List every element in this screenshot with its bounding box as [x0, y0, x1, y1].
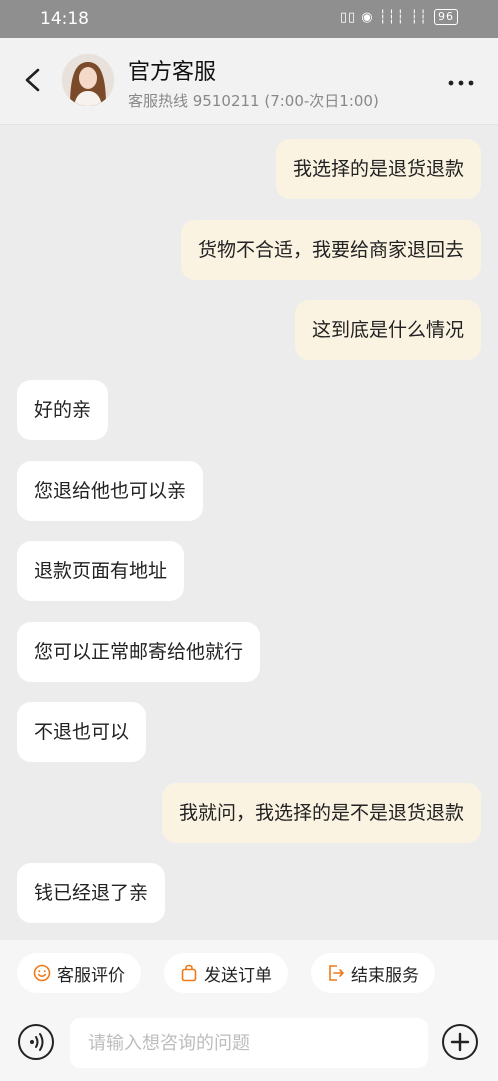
back-button[interactable] — [18, 62, 48, 98]
message-bubble-received[interactable]: 好的亲 — [17, 380, 109, 440]
exit-icon — [329, 965, 344, 981]
bag-icon — [181, 964, 197, 982]
chat-footer: 客服评价 发送订单 结束服务 — [0, 940, 498, 1081]
status-time: 14:18 — [40, 9, 89, 29]
chat-subtitle: 客服热线 9510211 (7:00-次日1:00) — [128, 92, 379, 110]
status-bar: 14:18 ▯▯ ◉ ┆┆┆ ┆┆ 96 — [0, 0, 498, 38]
message-bubble-sent[interactable]: 我选择的是退货退款 — [275, 139, 481, 199]
more-options-button[interactable] — [448, 68, 474, 93]
send-order-button[interactable]: 发送订单 — [164, 953, 288, 993]
chat-title: 官方客服 — [128, 60, 217, 85]
message-bubble-received[interactable]: 不退也可以 — [17, 702, 147, 762]
voice-icon — [30, 1033, 44, 1051]
message-bubble-received[interactable]: 您退给他也可以亲 — [17, 461, 204, 521]
rate-service-button[interactable]: 客服评价 — [17, 953, 141, 993]
chat-header: 官方客服 客服热线 9510211 (7:00-次日1:00) — [0, 38, 498, 125]
signal-icons: ▯▯ ◉ ┆┆┆ ┆┆ — [339, 9, 428, 25]
battery-icon: 96 — [434, 9, 458, 25]
message-bubble-received[interactable]: 钱已经退了亲 — [17, 863, 166, 923]
message-bubble-received[interactable]: 您可以正常邮寄给他就行 — [17, 622, 261, 682]
rate-service-label: 客服评价 — [57, 965, 125, 986]
message-bubble-sent[interactable]: 我就问，我选择的是不是退货退款 — [161, 783, 481, 843]
smile-icon — [33, 964, 51, 982]
status-icons: ▯▯ ◉ ┆┆┆ ┆┆ 96 — [340, 9, 458, 25]
message-bubble-received[interactable]: 退款页面有地址 — [17, 541, 185, 601]
chevron-left-icon — [25, 68, 40, 92]
plus-icon — [450, 1032, 470, 1052]
message-input[interactable] — [70, 1018, 428, 1068]
message-list[interactable]: 我选择的是退货退款 货物不合适，我要给商家退回去 这到底是什么情况 好的亲 您退… — [0, 124, 498, 940]
more-dots-icon — [448, 80, 474, 86]
end-service-button[interactable]: 结束服务 — [311, 953, 435, 993]
end-service-label: 结束服务 — [351, 965, 419, 986]
agent-avatar-icon — [62, 54, 114, 106]
avatar[interactable] — [62, 54, 114, 106]
message-bubble-sent[interactable]: 这到底是什么情况 — [294, 300, 481, 360]
send-order-label: 发送订单 — [204, 965, 272, 986]
message-bubble-sent[interactable]: 货物不合适，我要给商家退回去 — [180, 220, 481, 280]
voice-input-button[interactable] — [18, 1024, 54, 1060]
more-actions-button[interactable] — [442, 1024, 478, 1060]
